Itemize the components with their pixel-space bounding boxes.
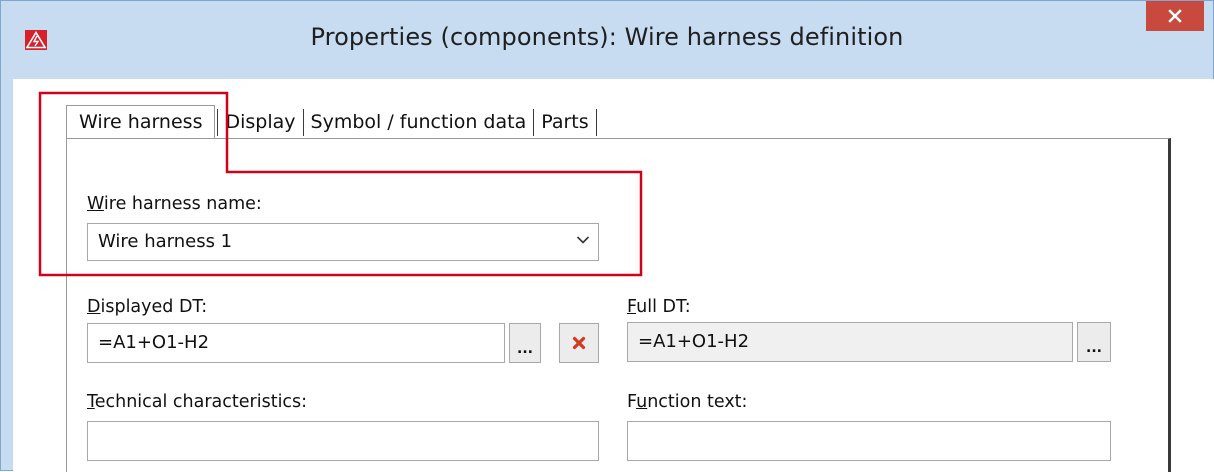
tab-parts[interactable]: Parts bbox=[538, 106, 591, 138]
displayed-dt-label: Displayed DT: bbox=[87, 297, 208, 317]
function-text-label: Function text: bbox=[627, 392, 748, 412]
tab-separator bbox=[595, 109, 597, 136]
close-icon bbox=[1168, 9, 1182, 23]
wire-harness-name-label: Wire harness name: bbox=[87, 194, 262, 214]
tab-symbol-function-data[interactable]: Symbol / function data bbox=[308, 106, 530, 138]
title-bar[interactable]: Properties (components): Wire harness de… bbox=[1, 1, 1213, 79]
tab-wire-harness-label: Wire harness bbox=[79, 111, 203, 133]
dialog-content: Wire harness Display Symbol / function d… bbox=[13, 79, 1214, 472]
delete-dt-button[interactable] bbox=[559, 323, 599, 363]
wire-harness-name-combobox[interactable]: Wire harness 1 bbox=[87, 223, 599, 261]
browse-button-label: ... bbox=[517, 341, 533, 357]
full-dt-input[interactable]: =A1+O1-H2 bbox=[627, 322, 1073, 362]
displayed-dt-browse-button[interactable]: ... bbox=[509, 323, 541, 363]
full-dt-value: =A1+O1-H2 bbox=[638, 331, 750, 352]
tab-separator bbox=[302, 109, 304, 136]
chevron-down-icon bbox=[576, 236, 590, 244]
technical-characteristics-input[interactable] bbox=[87, 421, 599, 461]
tab-strip: Wire harness Display Symbol / function d… bbox=[66, 105, 601, 139]
tab-wire-harness[interactable]: Wire harness bbox=[66, 105, 216, 139]
delete-x-icon bbox=[572, 336, 586, 350]
tab-separator bbox=[533, 109, 535, 136]
displayed-dt-input[interactable]: =A1+O1-H2 bbox=[87, 323, 505, 363]
close-button[interactable] bbox=[1146, 1, 1204, 31]
wire-harness-name-value: Wire harness 1 bbox=[98, 231, 233, 252]
dialog-window: Properties (components): Wire harness de… bbox=[0, 0, 1214, 472]
full-dt-label: Full DT: bbox=[627, 297, 691, 317]
browse-button-label: ... bbox=[1086, 340, 1102, 356]
full-dt-browse-button[interactable]: ... bbox=[1077, 322, 1111, 362]
window-title: Properties (components): Wire harness de… bbox=[310, 23, 904, 51]
tab-symbol-function-data-label: Symbol / function data bbox=[310, 111, 527, 133]
tab-display[interactable]: Display bbox=[222, 106, 298, 138]
displayed-dt-value: =A1+O1-H2 bbox=[98, 332, 210, 353]
technical-characteristics-label: Technical characteristics: bbox=[87, 392, 308, 412]
tab-parts-label: Parts bbox=[541, 111, 589, 133]
tab-display-label: Display bbox=[225, 111, 296, 133]
tab-separator bbox=[217, 109, 219, 136]
function-text-input[interactable] bbox=[627, 421, 1111, 461]
